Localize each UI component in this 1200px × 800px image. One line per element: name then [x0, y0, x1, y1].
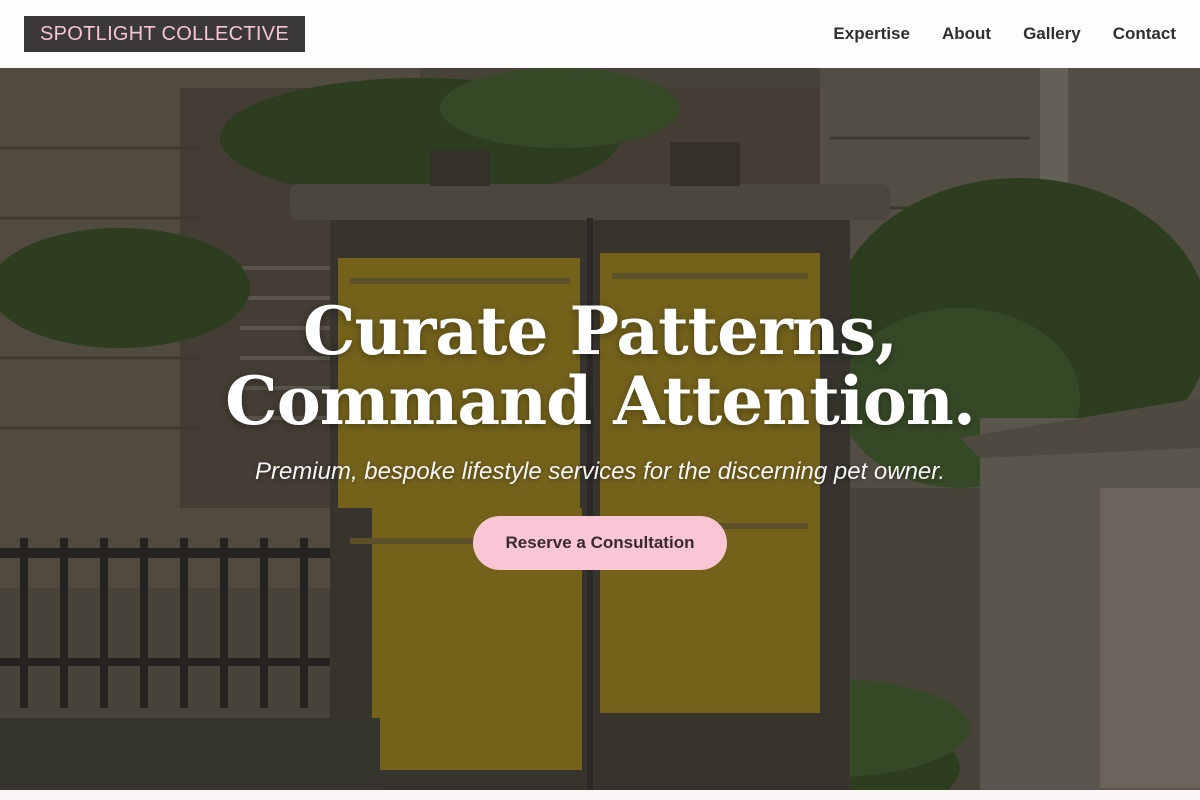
hero-title-line-2: Command Attention.	[225, 362, 976, 440]
hero-title-line-1: Curate Patterns,	[303, 292, 898, 370]
nav-link-contact[interactable]: Contact	[1113, 24, 1176, 44]
brand-logo[interactable]: SPOTLIGHT COLLECTIVE	[24, 16, 306, 52]
nav-link-gallery[interactable]: Gallery	[1023, 24, 1081, 44]
hero-section: Curate Patterns, Command Attention. Prem…	[0, 68, 1200, 790]
nav-link-about[interactable]: About	[942, 24, 991, 44]
site-header: SPOTLIGHT COLLECTIVE Expertise About Gal…	[0, 0, 1200, 68]
reserve-consultation-button[interactable]: Reserve a Consultation	[472, 516, 728, 570]
hero-title: Curate Patterns, Command Attention.	[0, 296, 1200, 436]
nav-link-expertise[interactable]: Expertise	[833, 24, 910, 44]
hero-subtitle: Premium, bespoke lifestyle services for …	[254, 458, 946, 485]
main-nav: Expertise About Gallery Contact	[833, 24, 1176, 44]
page-bottom-edge	[0, 790, 1200, 800]
hero-content: Curate Patterns, Command Attention. Prem…	[0, 296, 1200, 570]
